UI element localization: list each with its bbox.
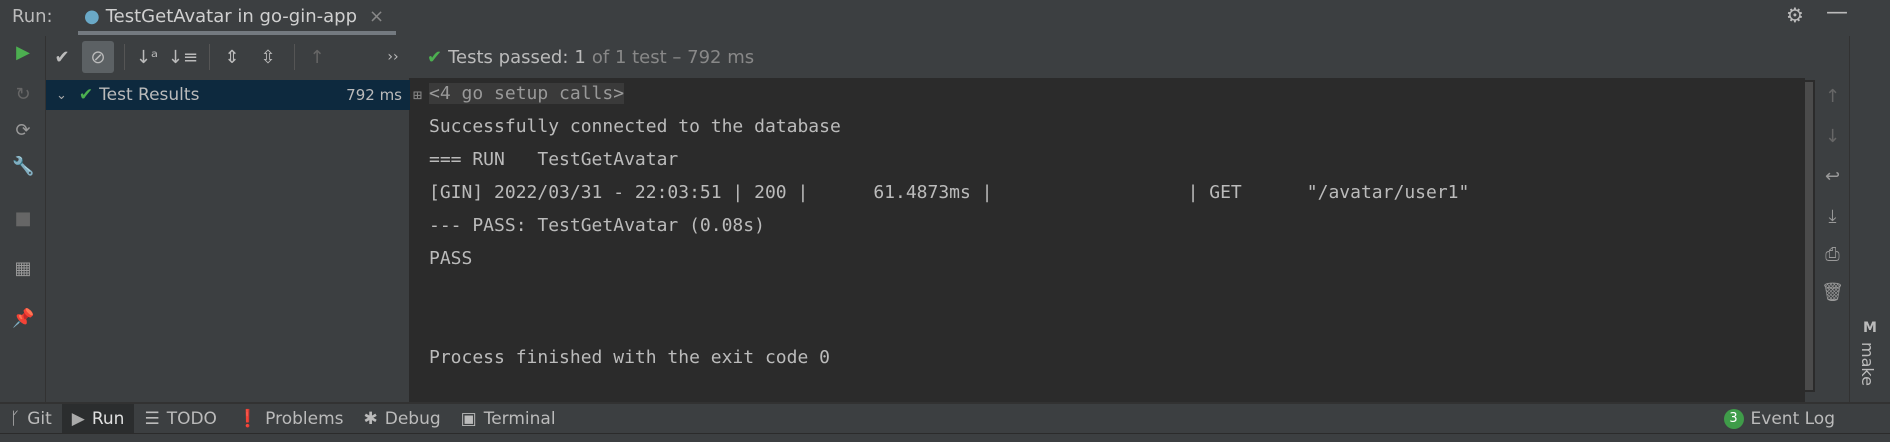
tab-label: Problems — [265, 408, 344, 429]
tab-label: TODO — [166, 408, 217, 429]
trash-icon[interactable]: 🗑 — [1815, 282, 1850, 303]
bug-icon: ✱ — [363, 408, 378, 429]
status-suffix: of 1 test – 792 ms — [591, 46, 755, 68]
tab-terminal[interactable]: ▣ Terminal — [451, 404, 566, 433]
git-branch-icon: ᚴ — [10, 408, 21, 429]
tool-window-bar: ᚴ Git ▶ Run ☰ TODO ❗ Problems ✱ Debug ▣ Termin… — [0, 402, 1890, 433]
tab-problems[interactable]: ❗ Problems — [227, 404, 354, 433]
divider — [294, 44, 295, 70]
divider — [209, 44, 210, 70]
status-prefix: Tests passed: — [448, 46, 569, 68]
soft-wrap-icon[interactable]: ↩ — [1815, 166, 1850, 187]
previous-test-icon[interactable]: ↑ — [301, 41, 333, 73]
tree-item-test-results[interactable]: ⌄ ✔ Test Results 792 ms — [46, 80, 410, 110]
console-line: [GIN] 2022/03/31 - 22:03:51 | 200 | 61.4… — [429, 182, 1470, 203]
tab-git[interactable]: ᚴ Git — [0, 404, 62, 433]
toggle-autotest-icon[interactable]: ⟳ — [12, 120, 34, 141]
console-line: --- PASS: TestGetAvatar (0.08s) — [429, 215, 765, 236]
terminal-icon: ▣ — [460, 408, 477, 429]
exclamation-icon: ❗ — [236, 408, 259, 429]
stop-icon[interactable]: ■ — [12, 208, 34, 229]
tab-debug[interactable]: ✱ Debug — [353, 404, 450, 433]
passed-count: 1 — [574, 46, 586, 68]
console-scrollbar[interactable] — [1803, 80, 1815, 392]
left-toolbar: ▶ ↻ ⟳ 🔧 ■ ▦ 📌 — [0, 36, 46, 402]
sort-by-duration-icon[interactable]: ↓≡ — [167, 41, 199, 73]
show-ignored-icon[interactable]: ⊘ — [82, 41, 114, 73]
chevron-down-icon[interactable]: ⌄ — [56, 88, 67, 103]
make-tool-window[interactable]: make — [1858, 342, 1877, 386]
tab-label: Git — [27, 408, 52, 429]
layout-icon[interactable]: ▦ — [12, 258, 34, 279]
console-line: === RUN TestGetAvatar — [429, 149, 679, 170]
gear-icon[interactable]: ⚙ — [1786, 3, 1804, 27]
scroll-to-end-icon[interactable]: ⤓ — [1815, 206, 1850, 227]
pin-icon[interactable]: 📌 — [12, 308, 34, 329]
divider — [124, 44, 125, 70]
status-bar — [0, 433, 1890, 442]
overflow-icon[interactable]: ›› — [377, 41, 409, 73]
expand-icon[interactable]: ⊞ — [413, 86, 422, 104]
tab-event-log[interactable]: 3 Event Log — [1714, 404, 1845, 433]
tab-todo[interactable]: ☰ TODO — [134, 404, 227, 433]
rerun-failed-icon[interactable]: ↻ — [12, 84, 34, 105]
play-icon: ▶ — [71, 408, 85, 429]
tab-label: Run — [91, 408, 125, 429]
test-status: ✔ Tests passed: 1 of 1 test – 792 ms — [427, 47, 754, 68]
folded-setup-calls[interactable]: <4 go setup calls> — [429, 83, 625, 104]
make-icon: M — [1863, 320, 1877, 336]
print-icon[interactable]: ⎙ — [1815, 244, 1850, 265]
sort-alphabetically-icon[interactable]: ↓ᵃ — [131, 41, 163, 73]
wrench-icon[interactable]: 🔧 — [12, 156, 34, 177]
tab-label: Event Log — [1750, 408, 1835, 429]
tab-label: Terminal — [483, 408, 556, 429]
minimize-icon[interactable]: — — [1826, 0, 1848, 25]
check-icon: ✔ — [78, 85, 94, 105]
test-tree: ⌄ ✔ Test Results 792 ms — [46, 78, 410, 402]
tab-underline — [78, 31, 396, 35]
list-icon: ☰ — [144, 408, 160, 429]
arrow-up-icon[interactable]: ↑ — [1815, 86, 1850, 107]
run-label: Run: — [12, 6, 53, 27]
console-line: Successfully connected to the database — [429, 116, 841, 137]
tab-run[interactable]: ▶ Run — [61, 404, 135, 433]
console-line: Process finished with the exit code 0 — [429, 347, 830, 368]
event-count-badge: 3 — [1723, 408, 1744, 429]
tab-label: Debug — [384, 408, 441, 429]
rerun-icon[interactable]: ▶ — [12, 42, 34, 63]
check-icon: ✔ — [427, 46, 443, 68]
test-toolbar: ✔ ⊘ ↓ᵃ ↓≡ ⇕ ⇳ ↑ ›› ✔ Tests passed: 1 of … — [46, 36, 1890, 78]
expand-all-icon[interactable]: ⇕ — [216, 41, 248, 73]
console-output[interactable]: ⊞ <4 go setup calls> Successfully connec… — [410, 78, 1805, 402]
console-toolbar: ↑ ↓ ↩ ⤓ ⎙ 🗑 — [1815, 36, 1850, 402]
collapse-all-icon[interactable]: ⇳ — [252, 41, 284, 73]
console-line: PASS — [429, 248, 473, 269]
tree-item-label: Test Results — [99, 85, 200, 105]
tree-item-time: 792 ms — [346, 86, 402, 104]
arrow-down-icon[interactable]: ↓ — [1815, 126, 1850, 147]
show-passed-icon[interactable]: ✔ — [46, 41, 78, 73]
